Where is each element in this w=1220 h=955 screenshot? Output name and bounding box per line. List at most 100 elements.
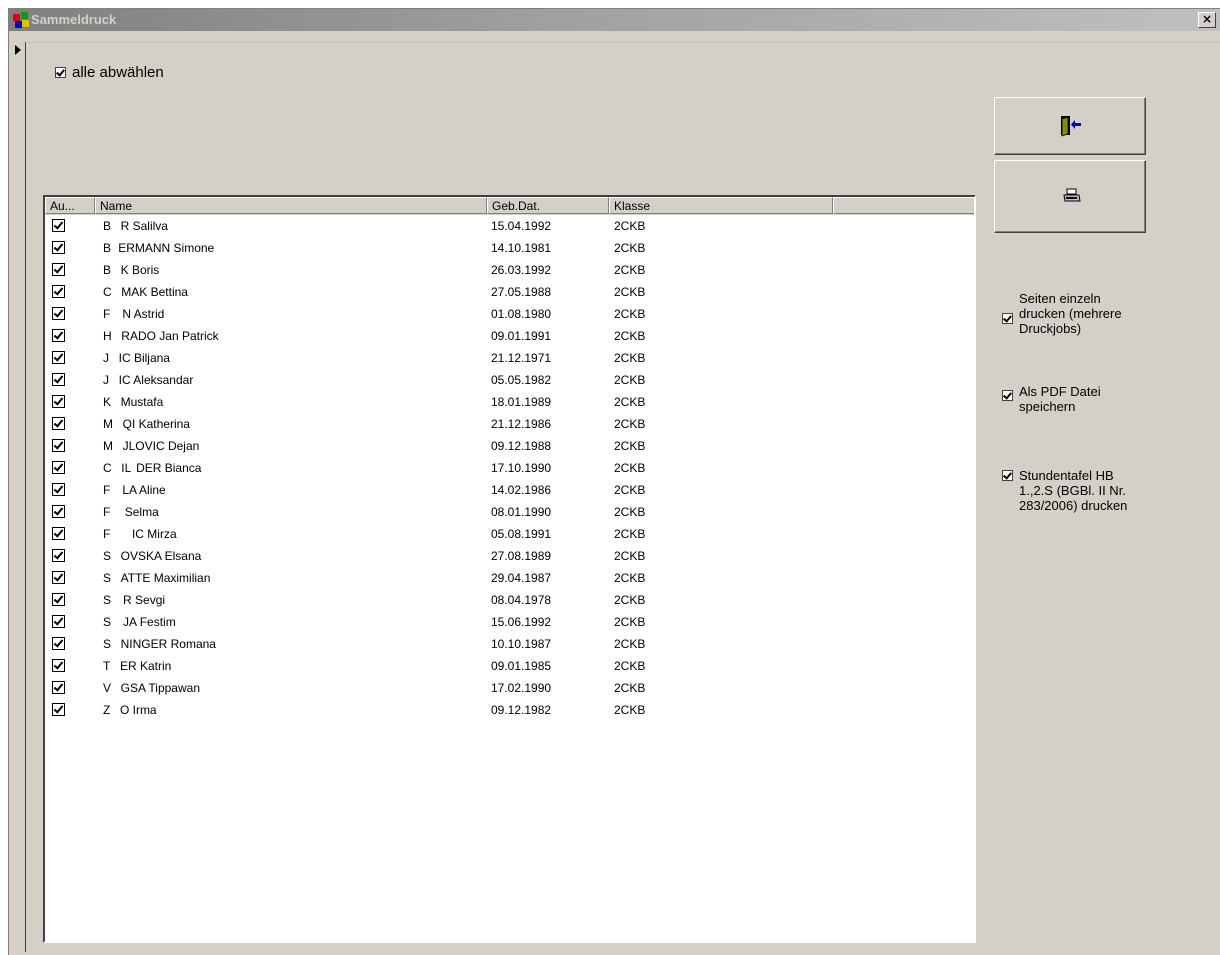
record-selector (12, 42, 26, 952)
table-row[interactable]: B K Boris 26.03.1992 2CKB (45, 259, 974, 281)
row-birthdate: 18.01.1989 (491, 395, 552, 409)
student-list[interactable]: Au... Name Geb.Dat. Klasse B R Salilva 15… (43, 195, 976, 943)
row-checkbox[interactable] (52, 615, 65, 628)
table-row[interactable]: Z O Irma 09.12.1982 2CKB (45, 699, 974, 721)
row-name: S R Sevgi (103, 593, 166, 607)
row-name: M JLOVIC Dejan (103, 439, 200, 453)
row-checkbox[interactable] (52, 351, 65, 364)
row-class: 2CKB (614, 549, 646, 563)
row-name: B K Boris (103, 263, 160, 277)
row-class: 2CKB (614, 461, 646, 475)
row-checkbox[interactable] (52, 417, 65, 430)
row-name: B R Salilva (103, 219, 168, 233)
row-class: 2CKB (614, 637, 646, 651)
deselect-all[interactable]: alle abwählen (55, 64, 164, 81)
row-class: 2CKB (614, 527, 646, 541)
table-row[interactable]: T ER Katrin 09.01.1985 2CKB (45, 655, 974, 677)
row-class: 2CKB (614, 307, 646, 321)
row-checkbox[interactable] (52, 505, 65, 518)
title-bar[interactable]: Sammeldruck × (9, 9, 1220, 31)
row-class: 2CKB (614, 571, 646, 585)
close-button[interactable]: × (1198, 12, 1216, 28)
row-class: 2CKB (614, 241, 646, 255)
row-birthdate: 10.10.1987 (491, 637, 552, 651)
row-name: S JA Festim (103, 615, 176, 629)
option-save-as-pdf-checkbox[interactable] (1002, 390, 1013, 401)
table-row[interactable]: J IC Aleksandar 05.05.1982 2CKB (45, 369, 974, 391)
row-checkbox[interactable] (52, 439, 65, 452)
row-checkbox[interactable] (52, 373, 65, 386)
row-birthdate: 17.10.1990 (491, 461, 552, 475)
table-row[interactable]: S R Sevgi 08.04.1978 2CKB (45, 589, 974, 611)
column-header-klasse[interactable]: Klasse (609, 197, 833, 214)
row-checkbox[interactable] (52, 285, 65, 298)
row-birthdate: 14.10.1981 (491, 241, 552, 255)
row-name: V GSA Tippawan (103, 681, 200, 695)
row-checkbox[interactable] (52, 527, 65, 540)
row-checkbox[interactable] (52, 307, 65, 320)
column-header-auswahl[interactable]: Au... (45, 197, 95, 214)
row-name: S ATTE Maximilian (103, 571, 211, 585)
exit-button[interactable] (994, 97, 1146, 155)
table-row[interactable]: C IL DER Bianca 17.10.1990 2CKB (45, 457, 974, 479)
table-row[interactable]: M QI Katherina 21.12.1986 2CKB (45, 413, 974, 435)
row-checkbox[interactable] (52, 571, 65, 584)
option-stundentafel-label: Stundentafel HB 1.,2.S (BGBl. II Nr. 283… (1019, 468, 1128, 513)
table-row[interactable]: B ERMANN Simone 14.10.1981 2CKB (45, 237, 974, 259)
row-birthdate: 21.12.1971 (491, 351, 552, 365)
table-row[interactable]: F Selma 08.01.1990 2CKB (45, 501, 974, 523)
row-name: F IC Mirza (103, 527, 177, 541)
row-checkbox[interactable] (52, 395, 65, 408)
table-row[interactable]: S OVSKA Elsana 27.08.1989 2CKB (45, 545, 974, 567)
deselect-all-label: alle abwählen (72, 64, 164, 82)
table-row[interactable]: C MAK Bettina 27.05.1988 2CKB (45, 281, 974, 303)
table-row[interactable]: S ATTE Maximilian 29.04.1987 2CKB (45, 567, 974, 589)
exit-door-icon (1061, 116, 1081, 137)
row-birthdate: 21.12.1986 (491, 417, 552, 431)
row-checkbox[interactable] (52, 681, 65, 694)
row-checkbox[interactable] (52, 483, 65, 496)
table-row[interactable]: S NINGER Romana 10.10.1987 2CKB (45, 633, 974, 655)
row-checkbox[interactable] (52, 659, 65, 672)
sammeldruck-window: Sammeldruck × alle abwählen Au... Name G… (8, 8, 1220, 955)
row-birthdate: 05.08.1991 (491, 527, 552, 541)
row-checkbox[interactable] (52, 461, 65, 474)
row-birthdate: 15.04.1992 (491, 219, 552, 233)
window-title: Sammeldruck (31, 12, 117, 27)
row-name: Z O Irma (103, 703, 157, 717)
column-header-geb-dat[interactable]: Geb.Dat. (487, 197, 609, 214)
row-class: 2CKB (614, 329, 646, 343)
printer-icon (1063, 188, 1081, 202)
row-class: 2CKB (614, 483, 646, 497)
table-row[interactable]: S JA Festim 15.06.1992 2CKB (45, 611, 974, 633)
table-row[interactable]: V GSA Tippawan 17.02.1990 2CKB (45, 677, 974, 699)
row-checkbox[interactable] (52, 593, 65, 606)
column-header-name[interactable]: Name (95, 197, 487, 214)
row-birthdate: 17.02.1990 (491, 681, 552, 695)
row-name: H RADO Jan Patrick (103, 329, 219, 343)
row-class: 2CKB (614, 659, 646, 673)
table-row[interactable]: M JLOVIC Dejan 09.12.1988 2CKB (45, 435, 974, 457)
table-row[interactable]: H RADO Jan Patrick 09.01.1991 2CKB (45, 325, 974, 347)
row-checkbox[interactable] (52, 241, 65, 254)
deselect-all-checkbox[interactable] (55, 67, 66, 79)
table-row[interactable]: F N Astrid 01.08.1980 2CKB (45, 303, 974, 325)
row-checkbox[interactable] (52, 703, 65, 716)
option-pages-separately-label: Seiten einzeln drucken (mehrere Druckjob… (1019, 291, 1122, 336)
option-stundentafel-checkbox[interactable] (1002, 470, 1013, 481)
row-birthdate: 08.01.1990 (491, 505, 552, 519)
table-row[interactable]: K Mustafa 18.01.1989 2CKB (45, 391, 974, 413)
row-name: M QI Katherina (103, 417, 190, 431)
table-row[interactable]: B R Salilva 15.04.1992 2CKB (45, 215, 974, 237)
option-pages-separately-checkbox[interactable] (1002, 313, 1013, 324)
table-row[interactable]: F IC Mirza 05.08.1991 2CKB (45, 523, 974, 545)
row-class: 2CKB (614, 285, 646, 299)
table-row[interactable]: J IC Biljana 21.12.1971 2CKB (45, 347, 974, 369)
row-checkbox[interactable] (52, 219, 65, 232)
row-checkbox[interactable] (52, 329, 65, 342)
row-checkbox[interactable] (52, 263, 65, 276)
row-checkbox[interactable] (52, 637, 65, 650)
row-checkbox[interactable] (52, 549, 65, 562)
table-row[interactable]: F LA Aline 14.02.1986 2CKB (45, 479, 974, 501)
print-button[interactable] (994, 160, 1146, 233)
